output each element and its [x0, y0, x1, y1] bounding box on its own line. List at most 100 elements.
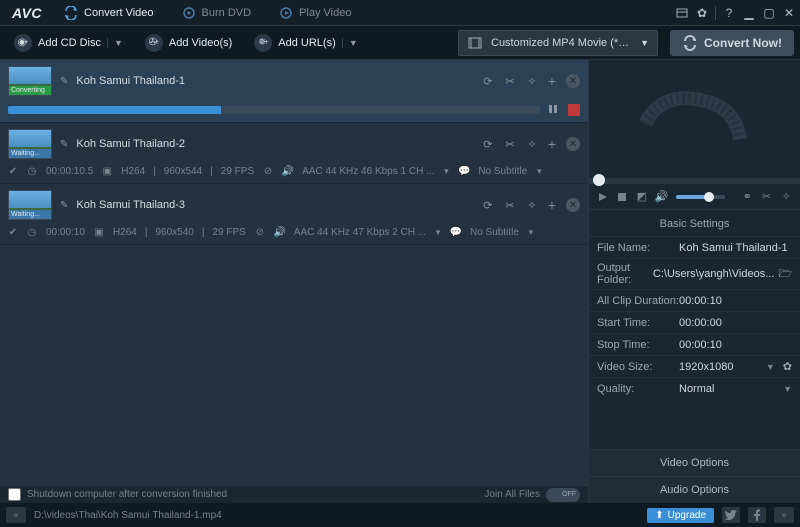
- list-item[interactable]: Waiting... ✎ Koh Samui Thailand-3 ⟳ ✂ ✧ …: [0, 184, 588, 245]
- titlebar: AVC Convert Video Burn DVD Play Video ✿ …: [0, 0, 800, 26]
- toolbar-options-icon[interactable]: [675, 6, 689, 20]
- shutdown-checkbox[interactable]: [8, 488, 21, 501]
- fps: 29 FPS: [212, 227, 245, 238]
- enable-toggle-icon[interactable]: ⊘: [254, 226, 266, 238]
- volume-slider[interactable]: [676, 195, 726, 199]
- edit-icon[interactable]: ✎: [60, 139, 68, 150]
- clock-icon: ◷: [26, 226, 38, 238]
- vcodec: H264: [121, 166, 145, 177]
- pause-icon[interactable]: [548, 104, 560, 116]
- tab-burn-dvd[interactable]: Burn DVD: [168, 0, 266, 25]
- play-icon[interactable]: [597, 191, 609, 203]
- output-profile-dropdown[interactable]: Customized MP4 Movie (*.mp4) ▼: [458, 30, 658, 56]
- convert-now-button[interactable]: Convert Now!: [670, 30, 794, 56]
- video-size-dropdown[interactable]: 1920x1080: [679, 361, 733, 373]
- refresh-icon[interactable]: ⟳: [482, 75, 494, 87]
- chevron-down-icon[interactable]: ▼: [342, 38, 358, 48]
- app-logo: AVC: [4, 5, 50, 21]
- enable-toggle-icon[interactable]: ⊘: [262, 165, 274, 177]
- plus-icon[interactable]: +: [548, 73, 556, 89]
- quality-dropdown[interactable]: Normal: [679, 383, 714, 395]
- setting-file-name: File Name: Koh Samui Thailand-1: [589, 236, 800, 258]
- plus-icon[interactable]: +: [548, 197, 556, 213]
- add-cd-button[interactable]: ◉+ Add CD Disc ▼: [6, 30, 131, 56]
- chevron-down-icon[interactable]: ▼: [442, 167, 450, 176]
- next-button[interactable]: »: [774, 507, 794, 523]
- scissors-icon[interactable]: ✂: [504, 199, 516, 211]
- chevron-down-icon[interactable]: ▼: [527, 228, 535, 237]
- add-urls-button[interactable]: ✵+ Add URL(s) ▼: [246, 30, 365, 56]
- upgrade-button[interactable]: ⬆Upgrade: [647, 508, 714, 523]
- remove-icon[interactable]: ✕: [566, 74, 580, 88]
- remove-icon[interactable]: ✕: [566, 137, 580, 151]
- chevron-down-icon[interactable]: ▼: [535, 167, 543, 176]
- status-badge: Waiting...: [9, 149, 51, 158]
- help-icon[interactable]: ?: [722, 6, 736, 20]
- timeline-scrubber[interactable]: [589, 178, 800, 184]
- snapshot-icon[interactable]: ◩: [636, 191, 648, 203]
- item-name: Koh Samui Thailand-1: [76, 75, 185, 87]
- side-panel: ◩ 🔊 ⚭ ✂ ✧ Basic Settings File Name: Koh …: [588, 60, 800, 503]
- check-icon[interactable]: ✔: [8, 166, 18, 176]
- thumbnail: Converting: [8, 66, 52, 96]
- join-files-label: Join All Files: [484, 489, 540, 500]
- scissors-icon[interactable]: ✂: [504, 75, 516, 87]
- scrubber-knob[interactable]: [593, 174, 605, 186]
- gear-icon[interactable]: ✿: [695, 6, 709, 20]
- close-icon[interactable]: ✕: [782, 6, 796, 20]
- effects-icon[interactable]: ✧: [526, 75, 538, 87]
- audio-options-tab[interactable]: Audio Options: [589, 476, 800, 503]
- stop-icon[interactable]: [568, 104, 580, 116]
- setting-stop-time: Stop Time: 00:00:10: [589, 333, 800, 355]
- check-icon[interactable]: ✔: [8, 227, 18, 237]
- duration: 00:00:10: [46, 227, 85, 238]
- refresh-icon[interactable]: ⟳: [482, 138, 494, 150]
- output-folder-field[interactable]: C:\Users\yangh\Videos...: [653, 268, 774, 280]
- chevron-down-icon[interactable]: ▼: [107, 38, 123, 48]
- plus-icon[interactable]: +: [548, 136, 556, 152]
- video-options-tab[interactable]: Video Options: [589, 449, 800, 476]
- join-toggle[interactable]: OFF: [546, 488, 580, 502]
- play-icon: [279, 6, 293, 20]
- effects-icon[interactable]: ✧: [780, 191, 792, 203]
- file-name-field[interactable]: Koh Samui Thailand-1: [679, 242, 792, 254]
- link-icon[interactable]: ⚭: [741, 191, 753, 203]
- preview-area: [589, 60, 800, 178]
- stop-icon[interactable]: [617, 191, 629, 203]
- add-videos-button[interactable]: ✇+ Add Video(s): [137, 30, 240, 56]
- start-time-field[interactable]: 00:00:00: [679, 317, 792, 329]
- setting-output-folder: Output Folder: C:\Users\yangh\Videos...🗁: [589, 258, 800, 289]
- scissors-icon[interactable]: ✂: [761, 191, 773, 203]
- folder-icon[interactable]: 🗁: [778, 265, 792, 284]
- chevron-down-icon[interactable]: ▼: [766, 362, 775, 372]
- maximize-icon[interactable]: ▢: [762, 6, 776, 20]
- edit-icon[interactable]: ✎: [60, 76, 68, 87]
- audio-icon: 🔊: [274, 226, 286, 238]
- chevron-down-icon[interactable]: ▼: [434, 228, 442, 237]
- subtitle-icon: 💬: [450, 226, 462, 238]
- list-item[interactable]: Waiting... ✎ Koh Samui Thailand-2 ⟳ ✂ ✧ …: [0, 123, 588, 184]
- scissors-icon[interactable]: ✂: [504, 138, 516, 150]
- button-label: Convert Now!: [704, 36, 782, 50]
- refresh-icon[interactable]: ⟳: [482, 199, 494, 211]
- facebook-icon[interactable]: [748, 507, 766, 523]
- prev-button[interactable]: «: [6, 507, 26, 523]
- stop-time-field[interactable]: 00:00:10: [679, 339, 792, 351]
- chevron-down-icon[interactable]: ▼: [783, 384, 792, 394]
- tab-play-video[interactable]: Play Video: [265, 0, 365, 25]
- player-controls: ◩ 🔊 ⚭ ✂ ✧: [589, 184, 800, 210]
- volume-icon[interactable]: 🔊: [656, 191, 668, 203]
- tab-convert-video[interactable]: Convert Video: [50, 0, 168, 25]
- convert-icon: [64, 6, 78, 20]
- gear-icon[interactable]: ✿: [783, 360, 792, 373]
- subtitle: No Subtitle: [470, 227, 519, 238]
- twitter-icon[interactable]: [722, 507, 740, 523]
- effects-icon[interactable]: ✧: [526, 199, 538, 211]
- edit-icon[interactable]: ✎: [60, 200, 68, 211]
- minimize-icon[interactable]: ▁: [742, 6, 756, 20]
- effects-icon[interactable]: ✧: [526, 138, 538, 150]
- list-item[interactable]: Converting ✎ Koh Samui Thailand-1 ⟳ ✂ ✧ …: [0, 60, 588, 123]
- tab-label: Burn DVD: [202, 7, 252, 19]
- profile-label: Customized MP4 Movie (*.mp4): [491, 37, 632, 49]
- remove-icon[interactable]: ✕: [566, 198, 580, 212]
